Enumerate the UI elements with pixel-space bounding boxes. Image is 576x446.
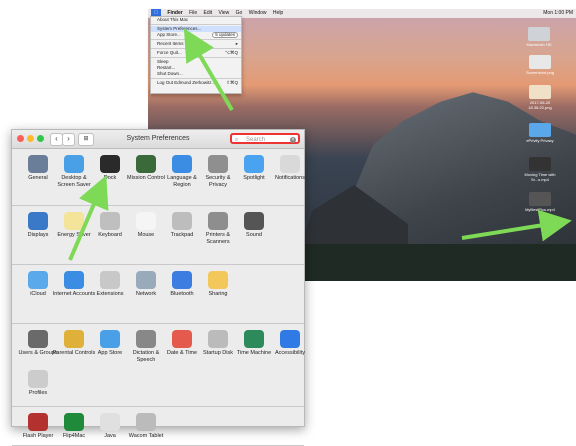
arrow-to-dock-pane <box>68 175 109 261</box>
arrow-to-dock <box>461 209 572 242</box>
arrow-to-system-preferences <box>183 28 234 112</box>
annotation-arrows <box>68 28 572 261</box>
